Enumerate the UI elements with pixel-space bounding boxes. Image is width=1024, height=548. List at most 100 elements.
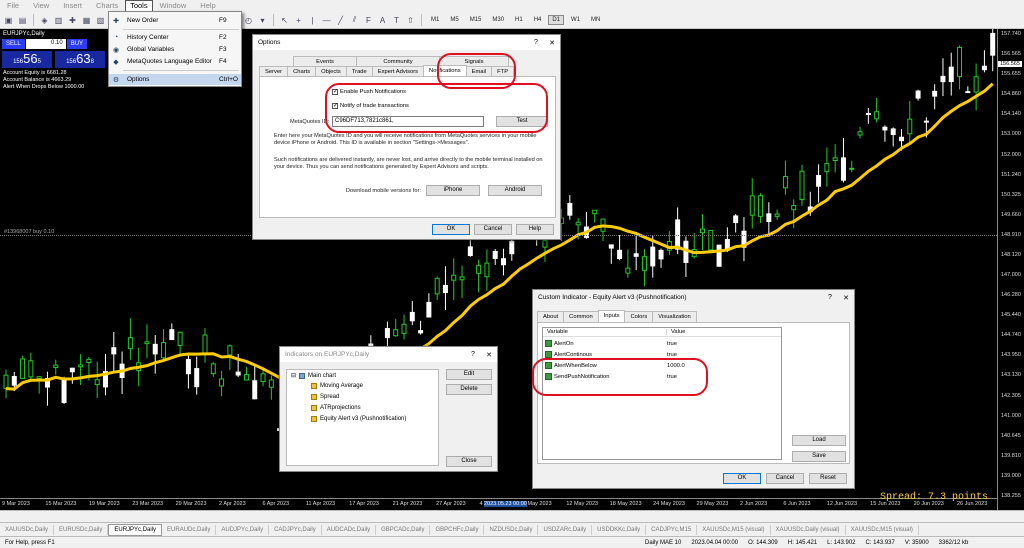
menu-item-metaquotes-editor[interactable]: ◆ MetaQuotes Language Editor F4 bbox=[109, 56, 241, 67]
chart-tab[interactable]: CADJPYc,Daily bbox=[269, 524, 322, 535]
strategy-tester-icon[interactable]: ▧ bbox=[95, 15, 106, 26]
chart-tab[interactable]: NZDUSDc,Daily bbox=[484, 524, 539, 535]
close-button[interactable]: Close bbox=[446, 456, 492, 467]
periods-icon[interactable]: ◴ bbox=[243, 15, 254, 26]
horizontal-line-icon[interactable]: — bbox=[321, 15, 332, 26]
buy-price[interactable]: 156 63 8 bbox=[55, 51, 105, 68]
iphone-button[interactable]: iPhone bbox=[426, 185, 480, 196]
fibonacci-icon[interactable]: F bbox=[363, 15, 374, 26]
timeframe-m1[interactable]: M1 bbox=[427, 15, 443, 25]
chart-tab[interactable]: EURAUDc,Daily bbox=[162, 524, 217, 535]
tree-atrprojections[interactable]: ATRprojections bbox=[311, 405, 361, 411]
chart-tab[interactable]: XAUUSDc,Daily (visual) bbox=[771, 524, 846, 535]
tree-spread[interactable]: Spread bbox=[311, 394, 339, 400]
candle-body bbox=[849, 167, 855, 170]
profiles-icon[interactable]: ▤ bbox=[17, 15, 28, 26]
parameter-value[interactable]: true bbox=[663, 341, 677, 347]
menu-view[interactable]: View bbox=[26, 0, 56, 12]
help-icon[interactable]: ? bbox=[465, 351, 481, 358]
sell-button[interactable]: SELL bbox=[2, 39, 25, 49]
timeframe-h1[interactable]: H1 bbox=[511, 15, 527, 25]
chart-tab[interactable]: AUDCADc,Daily bbox=[322, 524, 377, 535]
timeframe-d1[interactable]: D1 bbox=[548, 15, 565, 25]
buy-button[interactable]: BUY bbox=[66, 39, 88, 49]
timeframe-mn[interactable]: MN bbox=[587, 15, 604, 25]
help-icon[interactable]: ? bbox=[822, 294, 838, 301]
terminal-icon[interactable]: ▦ bbox=[81, 15, 92, 26]
tree-moving-average[interactable]: Moving Average bbox=[311, 383, 363, 389]
ok-button[interactable]: OK bbox=[723, 473, 761, 484]
chart-tab[interactable]: USDZARc,Daily bbox=[538, 524, 593, 535]
dialog-title: Options bbox=[258, 39, 281, 46]
cursor-icon[interactable]: ↖ bbox=[279, 15, 290, 26]
timeframe-h4[interactable]: H4 bbox=[530, 15, 546, 25]
chart-tab[interactable]: CADJPYc,M15 bbox=[646, 524, 698, 535]
market-watch-icon[interactable]: ◈ bbox=[39, 15, 50, 26]
chart-tab[interactable]: XAUUSDc,M15 (visual) bbox=[846, 524, 919, 535]
android-button[interactable]: Android bbox=[488, 185, 542, 196]
sell-price[interactable]: 156 56 5 bbox=[2, 51, 52, 68]
new-chart-icon[interactable]: ▣ bbox=[3, 15, 14, 26]
price-tick-label: 155.655 bbox=[1001, 71, 1021, 78]
load-button[interactable]: Load bbox=[792, 435, 846, 446]
data-window-icon[interactable]: ▥ bbox=[53, 15, 64, 26]
candle-body bbox=[882, 126, 888, 131]
edit-button[interactable]: Edit bbox=[446, 369, 492, 380]
timeframe-m30[interactable]: M30 bbox=[488, 15, 508, 25]
candle-body bbox=[177, 331, 183, 347]
new-order-icon: ✚ bbox=[113, 17, 119, 25]
date-tick-label: 6 Jun 2023 bbox=[783, 501, 811, 507]
candle-body bbox=[111, 347, 117, 355]
date-tick-label: 15 Mar 2023 bbox=[45, 501, 77, 507]
parameter-value[interactable]: true bbox=[663, 352, 677, 358]
help-icon[interactable]: ? bbox=[528, 39, 544, 46]
lot-size-input[interactable]: 0.10 bbox=[25, 39, 66, 49]
tab-inputs[interactable]: Inputs bbox=[597, 310, 626, 322]
channel-icon[interactable]: ⫽ bbox=[349, 15, 360, 26]
text-icon[interactable]: A bbox=[377, 15, 388, 26]
timeframe-m5[interactable]: M5 bbox=[446, 15, 462, 25]
chart-tab[interactable]: XAUUSDc,Daily bbox=[0, 524, 55, 535]
delete-button[interactable]: Delete bbox=[446, 384, 492, 395]
chart-tab[interactable]: EURJPYc,Daily bbox=[108, 523, 163, 536]
tree-main-chart[interactable]: ⊟ Main chart bbox=[291, 372, 336, 379]
menu-item-global-variables[interactable]: ◉ Global Variables F3 bbox=[109, 44, 241, 55]
reset-button[interactable]: Reset bbox=[809, 473, 847, 484]
chart-tab[interactable]: USDDKKc,Daily bbox=[592, 524, 647, 535]
arrows-icon[interactable]: ⇧ bbox=[405, 15, 416, 26]
menu-item-history-center[interactable]: ◔ History Center F2 bbox=[109, 32, 241, 43]
menu-item-options[interactable]: ⚙ Options Ctrl+O bbox=[109, 74, 241, 85]
chart-tab[interactable]: XAUUSDc,M15 (visual) bbox=[697, 524, 771, 535]
chart-tab[interactable]: GBPCHFc,Daily bbox=[430, 524, 485, 535]
chart-tab[interactable]: GBPCADc,Daily bbox=[376, 524, 431, 535]
vertical-line-icon[interactable]: | bbox=[307, 15, 318, 26]
menu-insert[interactable]: Insert bbox=[56, 0, 89, 12]
candle-body bbox=[94, 379, 100, 386]
crosshair-icon[interactable]: + bbox=[293, 15, 304, 26]
horizontal-scrollbar[interactable] bbox=[0, 510, 1024, 522]
cancel-button[interactable]: Cancel bbox=[474, 224, 512, 235]
help-button[interactable]: Help bbox=[516, 224, 554, 235]
cancel-button[interactable]: Cancel bbox=[766, 473, 804, 484]
close-icon[interactable]: ✕ bbox=[838, 294, 854, 302]
navigator-icon[interactable]: ✚ bbox=[67, 15, 78, 26]
bar-close: C: 143.937 bbox=[865, 539, 895, 546]
timeframe-w1[interactable]: W1 bbox=[567, 15, 584, 25]
candle-body bbox=[61, 377, 67, 404]
tree-equity-alert[interactable]: Equity Alert v3 (Pushnotification) bbox=[311, 416, 406, 422]
menu-item-new-order[interactable]: ✚ New Order F9 bbox=[109, 15, 241, 26]
chart-tab[interactable]: EURUSDc,Daily bbox=[54, 524, 109, 535]
timeframe-m15[interactable]: M15 bbox=[466, 15, 486, 25]
ok-button[interactable]: OK bbox=[432, 224, 470, 235]
label-icon[interactable]: T bbox=[391, 15, 402, 26]
save-button[interactable]: Save bbox=[792, 451, 846, 462]
chart-tab[interactable]: AUDJPYc,Daily bbox=[216, 524, 270, 535]
menu-item-label: MetaQuotes Language Editor bbox=[127, 58, 212, 65]
templates-icon[interactable]: ▾ bbox=[257, 15, 268, 26]
close-icon[interactable]: ✕ bbox=[481, 351, 497, 359]
close-icon[interactable]: ✕ bbox=[544, 39, 560, 47]
menu-file[interactable]: File bbox=[0, 0, 26, 12]
table-row[interactable]: AlertOn true bbox=[543, 338, 677, 349]
price-tick-label: 149.660 bbox=[1001, 211, 1021, 218]
trendline-icon[interactable]: ╱ bbox=[335, 15, 346, 26]
